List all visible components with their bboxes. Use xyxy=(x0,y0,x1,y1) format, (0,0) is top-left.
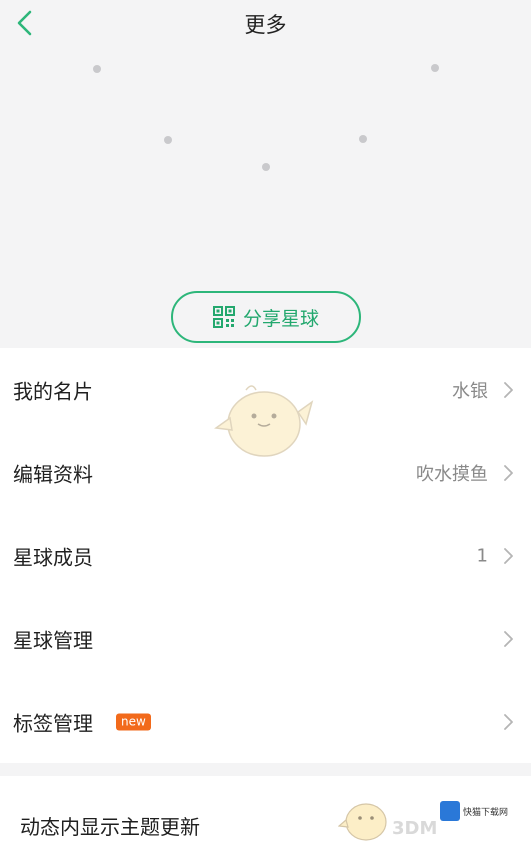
list-item-label: 编辑资料 xyxy=(13,462,93,486)
settings-list: 我的名片 水银 编辑资料 吹水摸鱼 星球成员 1 星球管理 标签管理 new xyxy=(0,348,531,763)
list-item-label: 星球成员 xyxy=(13,545,93,569)
share-planet-label: 分享星球 xyxy=(242,307,319,330)
list-item-my-card[interactable]: 我的名片 水银 xyxy=(0,348,531,431)
share-planet-button[interactable]: 分享星球 xyxy=(171,291,361,343)
list-item-edit-profile[interactable]: 编辑资料 吹水摸鱼 xyxy=(0,431,531,514)
chevron-right-icon xyxy=(504,381,513,398)
list-item-tag-management[interactable]: 标签管理 new xyxy=(0,680,531,763)
site-logo: 快猫下载网 xyxy=(440,801,508,821)
chevron-right-icon xyxy=(504,630,513,647)
qrcode-icon xyxy=(212,306,235,328)
list-item-members[interactable]: 星球成员 1 xyxy=(0,514,531,597)
watermark-text: 3DM xyxy=(392,818,438,839)
list-item-value: 1 xyxy=(476,545,488,566)
list-item-planet-management[interactable]: 星球管理 xyxy=(0,597,531,680)
hero-area: 分享星球 xyxy=(0,50,531,348)
list-item-label: 标签管理 xyxy=(13,711,93,735)
chevron-right-icon xyxy=(504,547,513,564)
list-item-label: 我的名片 xyxy=(13,379,93,403)
page-title: 更多 xyxy=(244,13,287,37)
top-bar: 更多 xyxy=(0,0,531,50)
site-name: 快猫下载网 xyxy=(463,807,509,818)
list-item-label: 星球管理 xyxy=(13,628,93,652)
show-topic-updates-label: 动态内显示主题更新 xyxy=(20,815,200,839)
section-divider xyxy=(0,763,531,776)
chevron-right-icon xyxy=(504,713,513,730)
cube-icon xyxy=(440,801,460,821)
chevron-right-icon xyxy=(504,464,513,481)
new-badge: new xyxy=(116,713,151,730)
list-item-value: 水银 xyxy=(452,380,488,402)
list-item-value: 吹水摸鱼 xyxy=(416,463,488,485)
